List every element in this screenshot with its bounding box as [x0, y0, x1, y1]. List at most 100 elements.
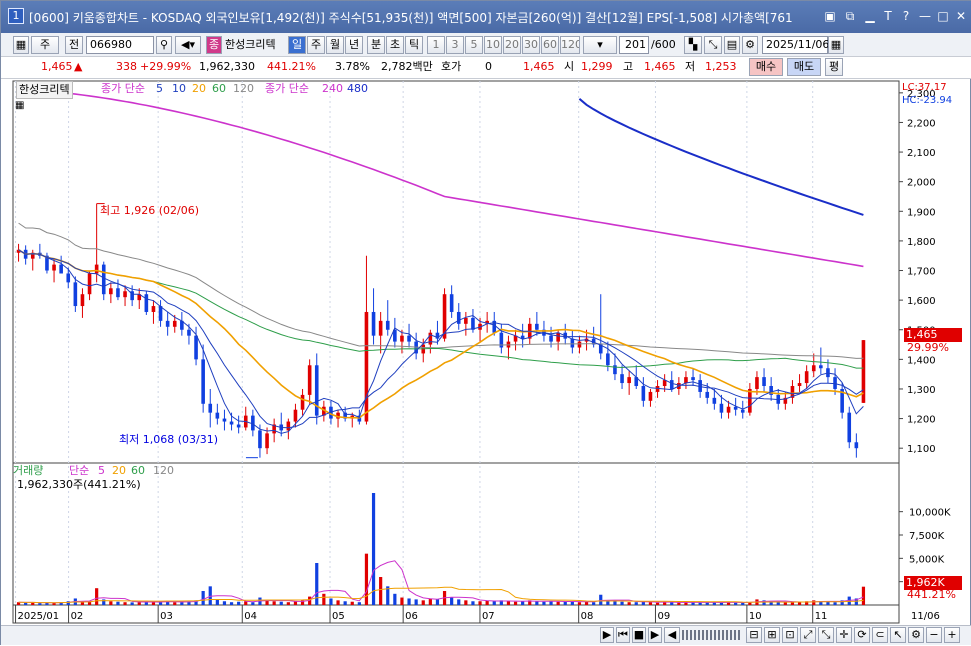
candle-body: [144, 294, 149, 312]
volume-bar: [577, 602, 582, 605]
volume-bar: [244, 601, 248, 605]
candle-body: [52, 264, 56, 271]
volume-bar: [286, 602, 290, 605]
volume-ma-label: 단순: [69, 464, 90, 477]
volume-bar: [109, 601, 113, 605]
volume-bar: [613, 601, 617, 605]
zoom-out-icon[interactable]: ⊟: [746, 627, 762, 643]
refresh-icon[interactable]: ⟳: [854, 627, 870, 643]
magnet-icon[interactable]: ⊂: [872, 627, 888, 643]
shrink-icon[interactable]: ⤡: [818, 627, 834, 643]
play-icon[interactable]: ▶: [648, 627, 662, 643]
candle-body: [371, 311, 376, 336]
x-tick-label: 05: [332, 611, 345, 622]
x-tick-label: 2025/01: [18, 611, 60, 622]
candle-body: [300, 394, 305, 410]
candle-body: [641, 386, 646, 401]
stop-icon[interactable]: ■: [632, 627, 646, 643]
candle-body: [755, 377, 759, 389]
volume-ma20: 20: [112, 464, 126, 477]
volume-bar: [478, 601, 482, 605]
candle-body: [236, 424, 241, 428]
x-tick-label: 06: [405, 611, 418, 622]
candle-body: [854, 442, 859, 449]
candle-body: [726, 406, 731, 413]
candle-body: [80, 294, 85, 307]
legend-ma20: 20: [192, 82, 206, 95]
volume-bar: [627, 602, 631, 605]
candle-body: [87, 273, 92, 295]
candle-body: [577, 341, 582, 348]
candle-body: [620, 374, 624, 384]
volume-bar: [421, 600, 425, 605]
settings-icon[interactable]: ⚙: [908, 627, 924, 643]
expand-icon[interactable]: ⤢: [800, 627, 816, 643]
volume-bar: [251, 602, 255, 605]
x-tick-label: 03: [160, 611, 173, 622]
volume-bar: [698, 602, 702, 605]
legend-ma120: 120: [233, 82, 254, 95]
volume-bar: [329, 598, 333, 605]
legend-ma-label: 종가 단순: [101, 82, 145, 95]
horizontal-scrollbar[interactable]: ▶ ⏮ ■ ▶ ◀ ⊟ ⊞ ⊡ ⤢ ⤡ ✛ ⟳ ⊂ ↖ ⚙ − +: [1, 625, 971, 645]
fit-icon[interactable]: ⊞: [764, 627, 780, 643]
volume-bar: [457, 599, 461, 605]
volume-bar: [350, 601, 354, 605]
candle-body: [187, 329, 191, 336]
volume-bar: [812, 600, 816, 605]
layout-icon[interactable]: ⊡: [782, 627, 798, 643]
volume-bar: [222, 601, 227, 605]
volume-ma120: 120: [153, 464, 174, 477]
cursor-icon[interactable]: ↖: [890, 627, 906, 643]
volume-bar: [400, 597, 404, 605]
grid-toggle-icon[interactable]: ▦: [15, 99, 24, 113]
volume-bar: [116, 601, 120, 605]
volume-bar: [797, 602, 802, 605]
speed-slider[interactable]: [682, 630, 742, 640]
volume-bar: [471, 601, 475, 605]
slider-left-icon[interactable]: ◀: [664, 627, 680, 643]
candle-body: [258, 430, 262, 449]
volume-bar: [393, 593, 397, 605]
scroll-right-icon[interactable]: ▶: [600, 627, 614, 643]
candle-body: [606, 353, 610, 366]
candle-body: [194, 335, 198, 360]
volume-bar: [549, 601, 553, 605]
volume-bar: [201, 591, 205, 605]
candle-body: [847, 412, 852, 443]
y-tick-label: 1,600: [907, 296, 936, 307]
candle-body: [293, 409, 298, 422]
volume-bar: [208, 586, 212, 605]
vol-tick-label: 5,000K: [909, 554, 945, 565]
volume-value: 1,962,330주(441.21%): [17, 478, 141, 491]
zoom-minus-icon[interactable]: −: [926, 627, 942, 643]
y-tick-label: 1,700: [907, 267, 936, 278]
stock-chart[interactable]: 2,3002,2002,1002,0001,9001,8001,7001,600…: [1, 1, 971, 646]
volume-bar: [513, 601, 518, 605]
candle-body: [797, 383, 802, 387]
volume-bar: [343, 601, 347, 605]
crosshair-icon[interactable]: ✛: [836, 627, 852, 643]
volume-bar: [833, 602, 837, 605]
zoom-plus-icon[interactable]: +: [944, 627, 960, 643]
first-icon[interactable]: ⏮: [616, 627, 630, 643]
x-tick-label: 07: [482, 611, 495, 622]
volume-bar: [790, 602, 795, 605]
candle-body: [456, 311, 461, 324]
candle-body: [833, 377, 837, 389]
volume-bar: [648, 602, 653, 605]
candle-body: [570, 338, 575, 348]
volume-bar: [435, 599, 440, 605]
candle-body: [286, 421, 291, 431]
candle-body: [691, 377, 695, 381]
volume-bar: [556, 601, 560, 605]
candle-body: [740, 409, 745, 413]
volume-bar: [584, 601, 589, 605]
volume-bar: [599, 594, 603, 605]
volume-bar: [677, 602, 681, 605]
legend-ma2-label: 종가 단순: [265, 82, 309, 95]
legend-stock-name[interactable]: 한성크리텍: [16, 81, 73, 99]
candle-body: [101, 264, 106, 295]
volume-bar: [542, 601, 546, 605]
volume-bar: [379, 577, 383, 605]
